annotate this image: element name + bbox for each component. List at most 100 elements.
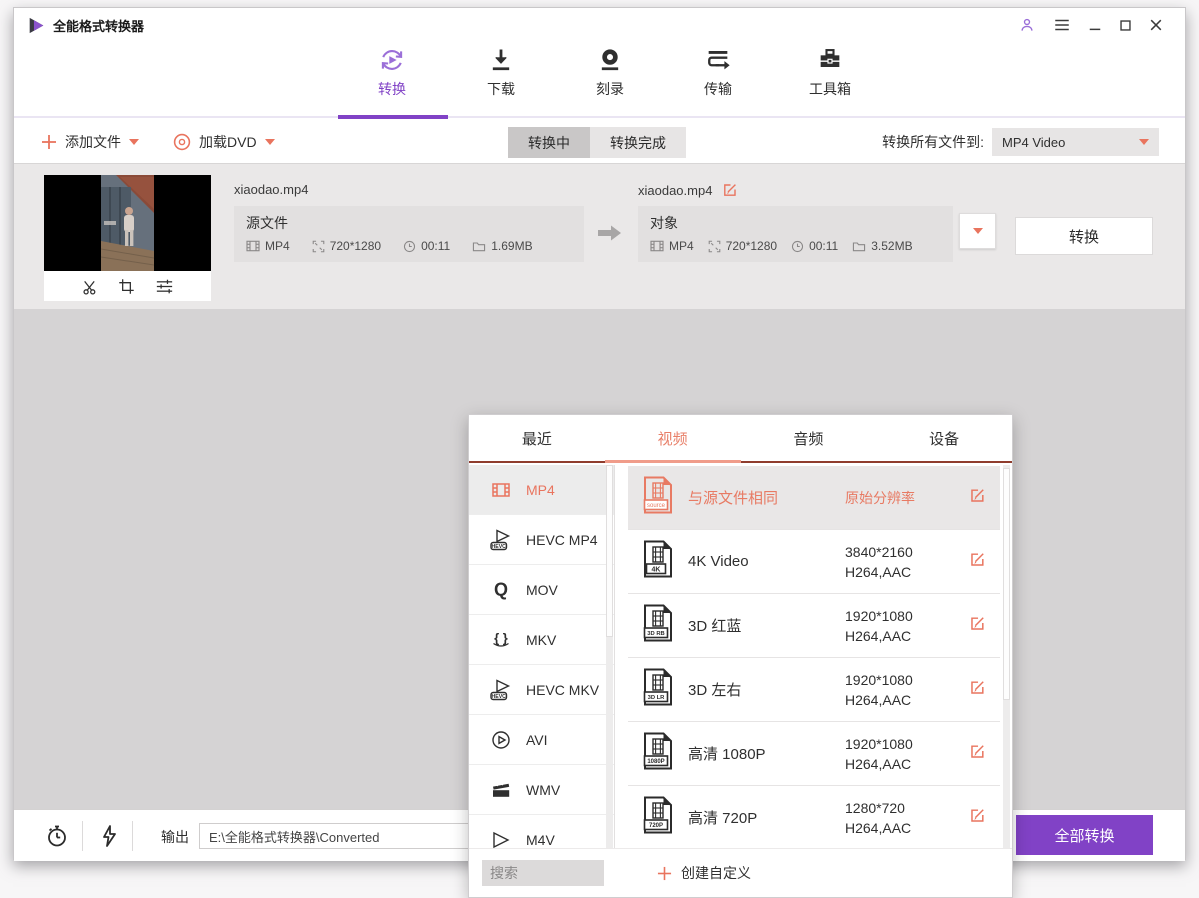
format-item-mkv[interactable]: { } MKV: [469, 615, 614, 665]
source-file-icon: source: [641, 476, 675, 519]
source-to-target-arrow-icon: [598, 224, 622, 242]
app-window: 全能格式转换器: [13, 7, 1186, 860]
close-icon[interactable]: [1149, 18, 1163, 32]
film-icon: [650, 240, 664, 252]
nav-underline: [14, 116, 1185, 118]
preset-item-720p[interactable]: 720P 高清 720P 1280*720 H264,AAC: [628, 786, 1000, 850]
format-item-hevc-mp4[interactable]: HEVC HEVC MP4: [469, 515, 614, 565]
film-icon: [246, 240, 260, 252]
main-area: xiaodao.mp4 源文件 MP4: [14, 164, 1185, 809]
popup-tab-audio[interactable]: 音频: [741, 415, 877, 461]
edit-preset-icon[interactable]: [969, 487, 986, 509]
menu-icon[interactable]: [1053, 17, 1071, 33]
plus-icon: [41, 134, 57, 150]
format-list: MP4 HEVC HEVC MP4 Q: [469, 465, 615, 848]
video-thumbnail-card: [44, 175, 211, 301]
popup-tabs: 最近 视频 音频 设备: [469, 415, 1012, 463]
target-info-box: 对象 MP4: [638, 206, 953, 262]
format-list-scrollbar[interactable]: [606, 465, 613, 848]
tab-convert-label: 转换: [350, 79, 434, 99]
scrollbar-thumb[interactable]: [1003, 468, 1010, 700]
preset-item-3d-rb[interactable]: 3D RB 3D 红蓝 1920*1080 H264,AAC: [628, 594, 1000, 658]
edit-preset-icon[interactable]: [969, 807, 986, 829]
download-icon: [487, 46, 515, 74]
tab-transfer[interactable]: 传输: [676, 46, 760, 99]
preset-codec: H264,AAC: [845, 690, 913, 710]
format-item-wmv[interactable]: WMV: [469, 765, 614, 815]
load-dvd-button[interactable]: 加载DVD: [173, 119, 275, 164]
preset-resolution: 1920*1080: [845, 606, 913, 626]
format-item-avi[interactable]: AVI: [469, 715, 614, 765]
tab-download[interactable]: 下载: [459, 46, 543, 99]
tab-convert[interactable]: 转换: [350, 46, 434, 99]
popup-tab-recent[interactable]: 最近: [469, 415, 605, 461]
tab-burn[interactable]: 刻录: [568, 46, 652, 99]
output-format-caret-icon: [1139, 139, 1149, 145]
clock-icon: [403, 240, 416, 253]
rename-edit-icon[interactable]: [722, 182, 738, 198]
schedule-timer-icon[interactable]: [45, 824, 69, 848]
minimize-icon[interactable]: [1088, 18, 1102, 32]
trim-scissors-icon[interactable]: [81, 278, 98, 295]
source-filename-text: xiaodao.mp4: [234, 182, 308, 197]
preset-item-3d-lr[interactable]: 3D LR 3D 左右 1920*1080 H264,AAC: [628, 658, 1000, 722]
edit-preset-icon[interactable]: [969, 743, 986, 765]
format-item-m4v[interactable]: M4V: [469, 815, 614, 848]
video-file-icon: 4K: [641, 540, 675, 583]
avi-play-circle-icon: [489, 730, 513, 750]
popup-tab-video[interactable]: 视频: [605, 415, 741, 461]
create-custom-label: 创建自定义: [681, 863, 751, 883]
account-icon[interactable]: [1018, 16, 1036, 34]
output-format-select[interactable]: MP4 Video: [992, 128, 1159, 156]
preset-item-source[interactable]: source 与源文件相同 原始分辨率: [628, 466, 1000, 530]
svg-text:source: source: [647, 503, 666, 509]
svg-text:{ }: { }: [494, 630, 508, 645]
add-files-button[interactable]: 添加文件: [41, 119, 139, 164]
target-title: 对象: [650, 213, 941, 233]
source-format: MP4: [246, 239, 290, 253]
tab-converting[interactable]: 转换中: [508, 127, 590, 158]
transfer-icon: [704, 46, 732, 74]
create-custom-button[interactable]: 创建自定义: [657, 863, 751, 883]
adjust-sliders-icon[interactable]: [155, 278, 174, 295]
svg-text:1080P: 1080P: [647, 759, 664, 765]
crop-icon[interactable]: [118, 278, 135, 295]
video-file-icon: 3D LR: [641, 668, 675, 711]
target-format-dropdown-button[interactable]: [959, 213, 996, 249]
preset-item-1080p[interactable]: 1080P 高清 1080P 1920*1080 H264,AAC: [628, 722, 1000, 786]
target-duration: 00:11: [791, 239, 838, 253]
format-item-hevc-mkv[interactable]: HEVC HEVC MKV: [469, 665, 614, 715]
mp4-film-icon: [489, 480, 513, 500]
edit-preset-icon[interactable]: [969, 679, 986, 701]
output-path-value: E:\全能格式转换器\Converted: [209, 827, 380, 846]
high-speed-icon[interactable]: [98, 824, 120, 848]
file-row: xiaodao.mp4 源文件 MP4: [14, 164, 1185, 309]
dvd-disc-icon: [173, 133, 191, 151]
source-resolution: 720*1280: [312, 239, 381, 253]
popup-tab-device[interactable]: 设备: [876, 415, 1012, 461]
maximize-icon[interactable]: [1119, 19, 1132, 32]
convert-button[interactable]: 转换: [1015, 217, 1153, 255]
svg-text:720P: 720P: [649, 823, 663, 829]
format-item-mov[interactable]: Q MOV: [469, 565, 614, 615]
folder-icon: [472, 240, 486, 252]
source-title: 源文件: [246, 213, 572, 233]
preset-resolution: 1280*720: [845, 798, 911, 818]
convert-icon: [378, 46, 406, 74]
tab-converted[interactable]: 转换完成: [590, 127, 686, 158]
edit-preset-icon[interactable]: [969, 615, 986, 637]
scrollbar-thumb[interactable]: [606, 465, 613, 637]
convert-all-button[interactable]: 全部转换: [1016, 815, 1153, 855]
add-files-caret-icon: [129, 139, 139, 145]
video-thumbnail[interactable]: [44, 175, 211, 271]
preset-item-4k[interactable]: 4K 4K Video 3840*2160 H264,AAC: [628, 530, 1000, 594]
search-input[interactable]: [482, 860, 604, 886]
main-nav: 转换 下载 刻录 传输: [14, 42, 1185, 119]
add-files-label: 添加文件: [65, 132, 121, 152]
toolbox-icon: [816, 46, 844, 74]
preset-list-scrollbar[interactable]: [1003, 465, 1010, 851]
format-item-mp4[interactable]: MP4: [469, 465, 614, 515]
edit-preset-icon[interactable]: [969, 551, 986, 573]
tab-toolbox-label: 工具箱: [788, 79, 872, 99]
tab-toolbox[interactable]: 工具箱: [788, 46, 872, 99]
